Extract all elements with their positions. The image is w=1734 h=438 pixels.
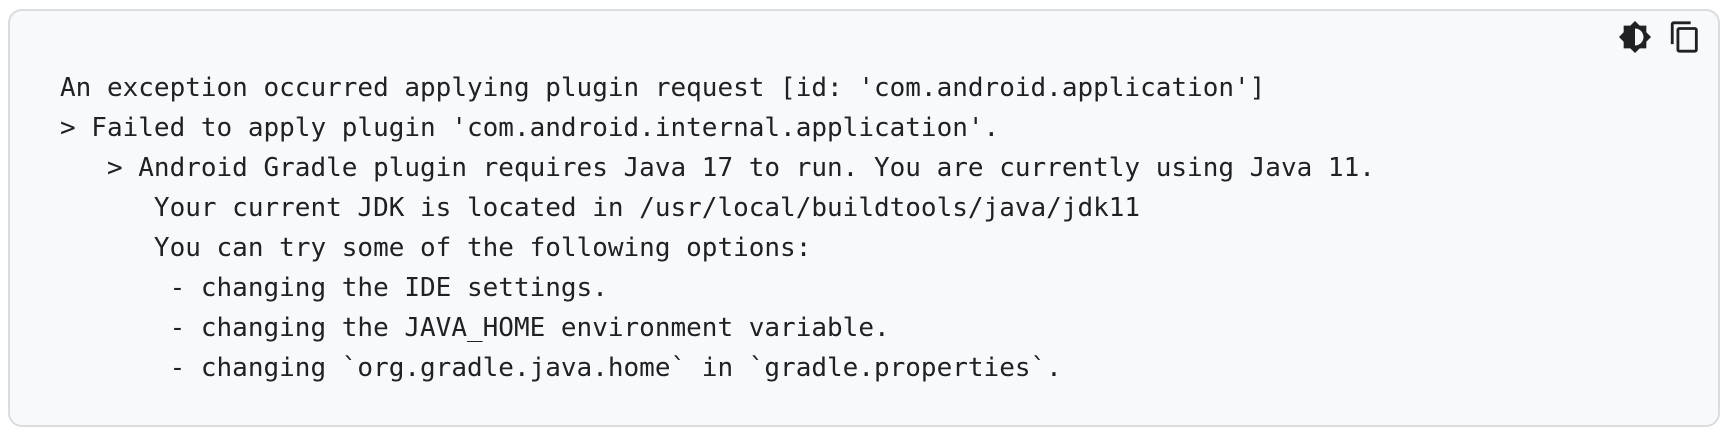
code-line: > Failed to apply plugin 'com.android.in… [60, 113, 1000, 143]
code-line: - changing `org.gradle.java.home` in `gr… [60, 353, 1062, 383]
code-line: Your current JDK is located in /usr/loca… [60, 193, 1141, 223]
copy-icon [1670, 21, 1698, 53]
code-line: You can try some of the following option… [60, 233, 812, 263]
toggle-theme-button[interactable] [1616, 17, 1654, 57]
code-line: - changing the JAVA_HOME environment var… [60, 313, 890, 343]
code-line: > Android Gradle plugin requires Java 17… [60, 153, 1375, 183]
code-line: An exception occurred applying plugin re… [60, 73, 1266, 103]
code-toolbar [1616, 17, 1704, 57]
code-line: - changing the IDE settings. [60, 273, 608, 303]
copy-code-button[interactable] [1666, 17, 1704, 57]
code-block: An exception occurred applying plugin re… [8, 9, 1720, 427]
brightness-contrast-icon [1618, 20, 1652, 54]
code-content: An exception occurred applying plugin re… [60, 68, 1375, 388]
